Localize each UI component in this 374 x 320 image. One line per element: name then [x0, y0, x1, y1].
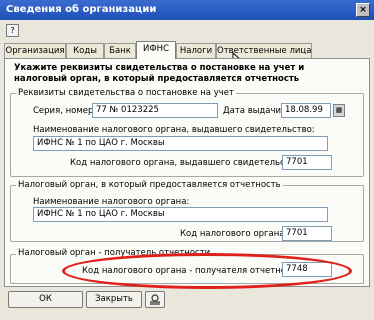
tab-responsible-persons[interactable]: Ответственные лица: [216, 43, 312, 58]
tool-icon: [150, 294, 160, 305]
reporting-code-label: Код налогового органа:: [180, 229, 288, 239]
tab-taxes[interactable]: Налоги: [176, 43, 216, 58]
issuer-code-label: Код налогового органа, выдавшего свидете…: [70, 158, 303, 168]
instruction-heading: Укажите реквизиты свидетельства о постан…: [14, 63, 305, 84]
ok-button[interactable]: ОК: [8, 291, 83, 308]
tab-codes[interactable]: Коды: [66, 43, 104, 58]
tab-organization[interactable]: Организация: [4, 43, 66, 58]
series-number-field[interactable]: 77 № 0123225: [92, 103, 218, 118]
reporting-name-field[interactable]: ИФНС № 1 по ЦАО г. Москвы: [33, 207, 328, 222]
window-title: Сведения об организации: [6, 4, 157, 15]
window-titlebar: Сведения об организации ×: [0, 0, 374, 20]
reporting-code-field[interactable]: 7701: [282, 226, 332, 241]
calendar-icon[interactable]: ▦: [333, 104, 345, 117]
series-label: Серия, номер:: [33, 106, 97, 116]
issuer-name-field[interactable]: ИФНС № 1 по ЦАО г. Москвы: [33, 136, 328, 151]
issuer-name-label: Наименование налогового органа, выдавшег…: [33, 125, 315, 135]
reporting-authority-legend: Налоговый орган, в который предоставляет…: [16, 180, 283, 190]
reporting-name-label: Наименование налогового органа:: [33, 197, 190, 207]
issue-date-label: Дата выдачи:: [223, 106, 284, 116]
close-window-button[interactable]: ×: [356, 3, 370, 17]
help-button[interactable]: ?: [6, 24, 19, 37]
issuer-code-field[interactable]: 7701: [282, 155, 332, 170]
issue-date-field[interactable]: 18.08.99: [281, 103, 331, 118]
toolbar-extra-button[interactable]: [145, 291, 165, 308]
red-highlight-ellipse: [62, 253, 352, 289]
certificate-group-legend: Реквизиты свидетельства о постановке на …: [16, 88, 236, 98]
close-button[interactable]: Закрыть: [86, 291, 142, 308]
tab-bank[interactable]: Банк: [104, 43, 136, 58]
tab-ifns[interactable]: ИФНС: [136, 41, 176, 59]
